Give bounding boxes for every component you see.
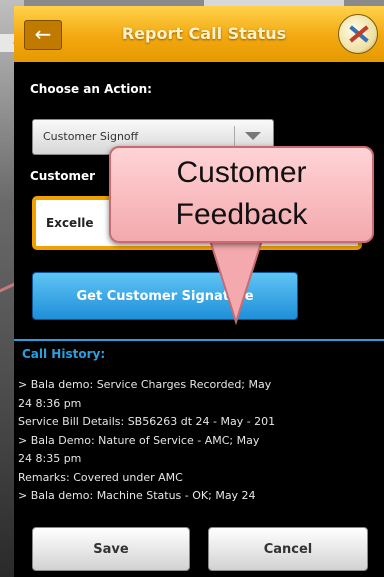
callout-tail <box>208 239 264 326</box>
callout-line-2: Feedback <box>175 198 308 231</box>
callout-line-1: Customer <box>176 156 307 189</box>
callout-bubble: Customer Feedback <box>109 146 374 243</box>
